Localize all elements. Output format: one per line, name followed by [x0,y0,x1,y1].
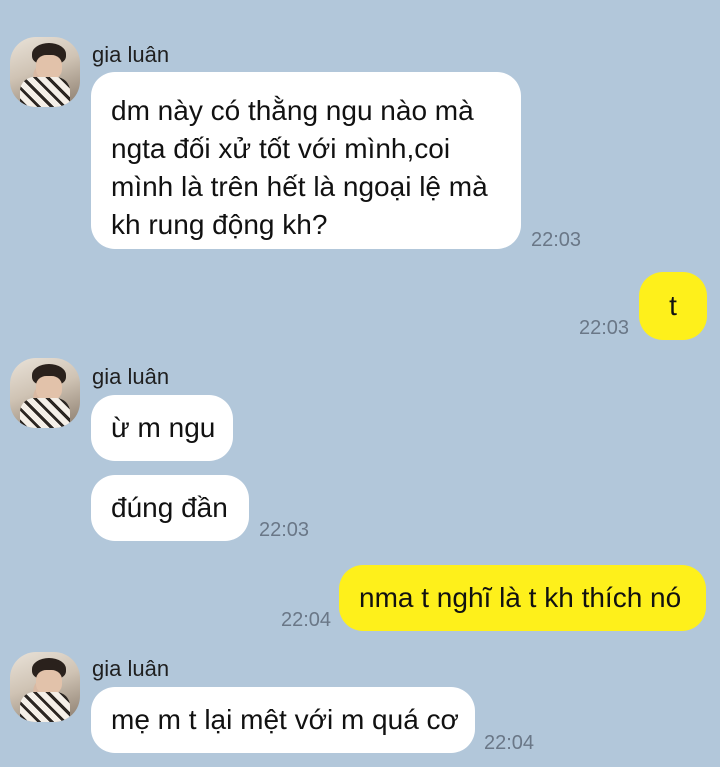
message-timestamp: 22:04 [484,732,535,754]
message-timestamp: 22:04 [281,609,332,631]
message-timestamp: 22:03 [579,317,630,339]
outgoing-message-bubble[interactable]: t [639,272,707,340]
message-line: kh rung động kh? [111,209,328,240]
incoming-message-bubble[interactable]: dm này có thằng ngu nào mà ngta đối xử t… [91,72,521,249]
incoming-message-bubble[interactable]: đúng đần [91,475,249,541]
message-line: mình là trên hết là ngoại lệ mà [111,171,488,202]
incoming-message-bubble[interactable]: mẹ m t lại mệt với m quá cơ [91,687,475,753]
sender-name: gia luân [92,42,170,67]
message-line: ngta đối xử tốt với mình,coi [111,133,451,164]
contact-avatar[interactable] [10,37,80,107]
message-timestamp: 22:03 [259,519,310,541]
sender-name: gia luân [92,364,170,389]
incoming-message-bubble[interactable]: ừ m ngu [91,395,233,461]
message-text: đúng đần [111,492,228,523]
chat-view: gia luân dm này có thằng ngu nào mà ngta… [0,0,720,767]
message-line: dm này có thằng ngu nào mà [111,95,474,126]
message-timestamp: 22:03 [531,229,582,251]
message-text: ừ m ngu [111,412,216,443]
message-text: mẹ m t lại mệt với m quá cơ [111,704,459,735]
outgoing-message-bubble[interactable]: nma t nghĩ là t kh thích nó [339,565,706,631]
contact-avatar[interactable] [10,358,80,428]
message-text: t [669,290,677,321]
contact-avatar[interactable] [10,652,80,722]
sender-name: gia luân [92,656,170,681]
message-text: nma t nghĩ là t kh thích nó [359,582,682,613]
